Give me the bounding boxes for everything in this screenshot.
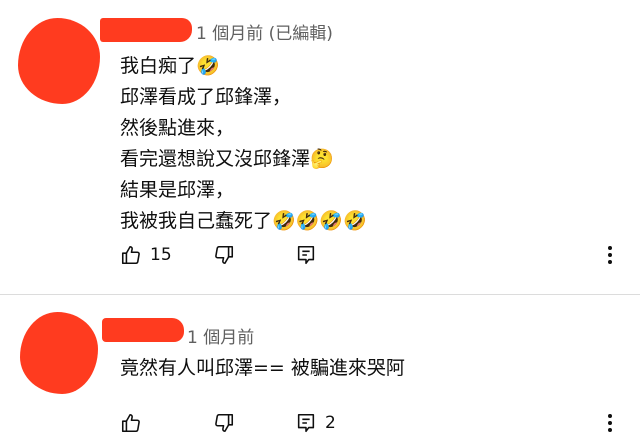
dislike-button[interactable] bbox=[211, 410, 237, 436]
reply-count: 2 bbox=[325, 413, 336, 433]
author-name-redacted bbox=[100, 18, 192, 42]
comment-line: 竟然有人叫邱澤== 被騙進來哭阿 bbox=[120, 357, 405, 379]
more-options-button[interactable] bbox=[600, 242, 620, 268]
thumb-down-icon bbox=[215, 245, 234, 265]
more-vert-icon-dot bbox=[608, 421, 612, 425]
comment-body: 竟然有人叫邱澤== 被騙進來哭阿 bbox=[120, 353, 405, 384]
comment-line: 然後點進來， bbox=[120, 117, 235, 139]
more-vert-icon bbox=[608, 414, 612, 418]
comment-timestamp: 1 個月前 (已編輯) bbox=[196, 24, 333, 44]
more-vert-icon-dot bbox=[608, 253, 612, 257]
comment-line: 結果是邱澤， bbox=[120, 179, 235, 201]
more-vert-icon-dot bbox=[608, 428, 612, 432]
thumb-up-icon bbox=[121, 413, 140, 433]
thumb-down-icon bbox=[215, 413, 234, 433]
comment-timestamp: 1 個月前 bbox=[187, 328, 255, 348]
comment-line: 我被我自己蠢死了🤣🤣🤣🤣 bbox=[120, 210, 367, 232]
comment-divider bbox=[0, 294, 640, 295]
comment-body: 我白痴了🤣 邱澤看成了邱鋒澤， 然後點進來， 看完還想說又沒邱鋒澤🤔 結果是邱澤… bbox=[120, 51, 367, 237]
reply-button[interactable] bbox=[293, 410, 319, 436]
reply-icon bbox=[297, 245, 315, 265]
more-options-button[interactable] bbox=[600, 410, 620, 436]
more-vert-icon bbox=[608, 246, 612, 250]
comment-line: 我白痴了🤣 bbox=[120, 55, 220, 77]
reply-icon bbox=[297, 413, 315, 433]
like-button[interactable] bbox=[118, 242, 144, 268]
avatar-redacted bbox=[20, 312, 98, 394]
like-count: 15 bbox=[150, 245, 172, 265]
reply-button[interactable] bbox=[293, 242, 319, 268]
author-name-redacted bbox=[102, 318, 184, 342]
comment-line: 看完還想說又沒邱鋒澤🤔 bbox=[120, 148, 334, 170]
avatar-redacted bbox=[18, 18, 100, 104]
like-button[interactable] bbox=[118, 410, 144, 436]
comment-line: 邱澤看成了邱鋒澤， bbox=[120, 86, 292, 108]
more-vert-icon-dot bbox=[608, 260, 612, 264]
thumb-up-icon bbox=[121, 245, 140, 265]
dislike-button[interactable] bbox=[211, 242, 237, 268]
